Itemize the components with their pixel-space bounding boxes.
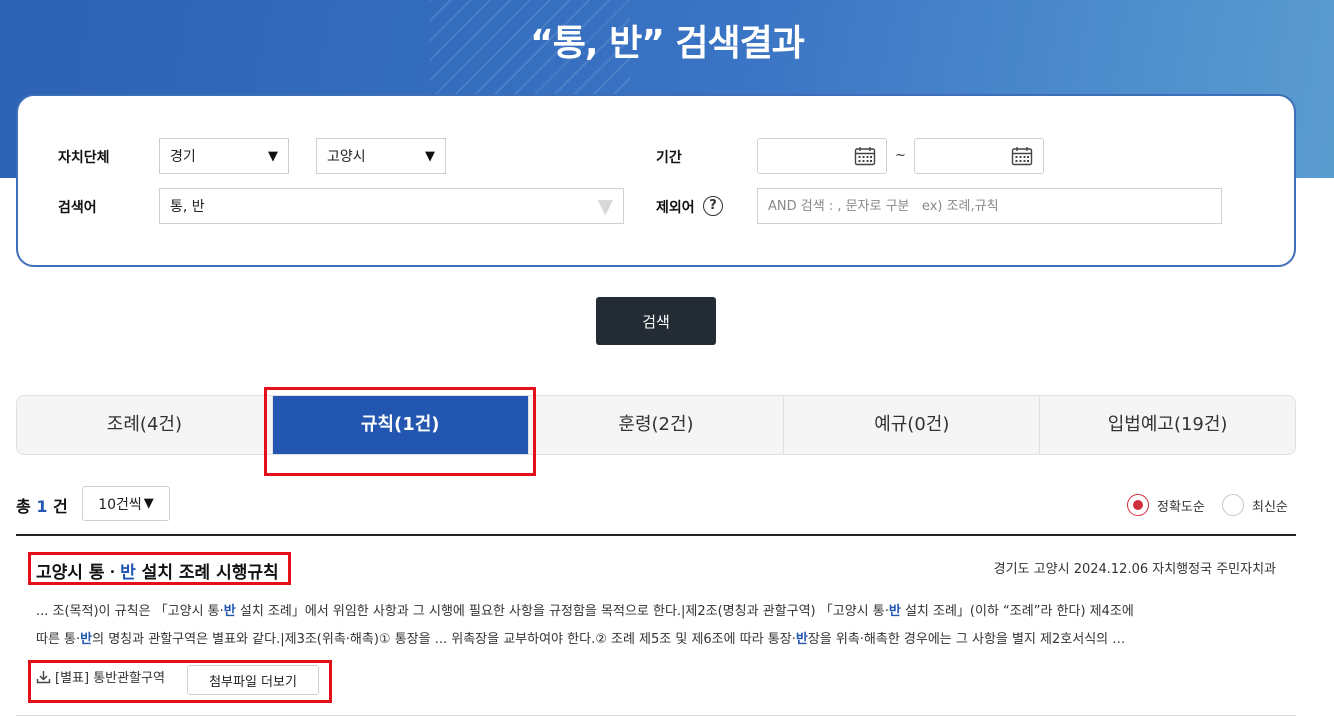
total-prefix: 총 (16, 497, 31, 516)
date-from-input[interactable] (757, 138, 887, 174)
city-value: 고양시 (327, 149, 366, 165)
tab-legislative-notice[interactable]: 입법예고(19건) (1040, 396, 1295, 454)
attachment-label: [별표] 통반관할구역 (55, 671, 165, 686)
total-number: 1 (36, 497, 48, 516)
snippet-text: 의 명칭과 관할구역은 별표와 같다.|제3조(위촉·해촉)① 통장을 ... … (92, 632, 796, 647)
exclude-label: 제외어 (656, 200, 695, 216)
dropdown-arrow-icon: ▼ (143, 496, 154, 511)
snippet-line: ... 조(목적)이 규칙은 「고양시 통·반 설치 조례」에서 위임한 사항과… (36, 598, 1276, 626)
per-page-select[interactable]: 10건씩 ▼ (82, 486, 170, 521)
date-separator: ~ (895, 148, 906, 163)
keyword-input[interactable]: 통, 반 ▼ (159, 188, 624, 224)
result-snippet: ... 조(목적)이 규칙은 「고양시 통·반 설치 조례」에서 위임한 사항과… (36, 598, 1276, 654)
dropdown-arrow-icon: ▼ (268, 148, 278, 164)
calendar-icon[interactable] (854, 146, 876, 166)
city-select[interactable]: 고양시 ▼ (316, 138, 446, 174)
attachment-link[interactable]: [별표] 통반관할구역 (36, 667, 165, 686)
snippet-text: 설치 조례」(이하 “조례”라 한다) 제4조에 (900, 604, 1134, 619)
sort-accuracy-label: 정확도순 (1157, 499, 1205, 515)
snippet-text: 설치 조례」에서 위임한 사항과 그 시행에 필요한 사항을 규정함을 목적으로… (235, 604, 889, 619)
result-meta: 경기도 고양시 2024.12.06 자치행정국 주민자치과 (993, 562, 1276, 577)
title-text: 설치 조례 시행규칙 (135, 563, 279, 583)
total-suffix: 건 (53, 497, 68, 516)
exclude-input[interactable] (757, 188, 1222, 224)
tab-regulation[interactable]: 예규(0건) (784, 396, 1041, 454)
radio-selected-icon[interactable] (1127, 494, 1149, 516)
tab-ordinance[interactable]: 조례(4건) (17, 396, 273, 454)
title-highlight: 반 (120, 563, 136, 583)
sort-accuracy[interactable]: 정확도순 (1127, 494, 1205, 516)
results-divider (16, 534, 1296, 536)
page-title: “통, 반” 검색결과 (530, 23, 805, 64)
calendar-icon[interactable] (1011, 146, 1033, 166)
region-label: 자치단체 (58, 150, 110, 166)
search-button[interactable]: 검색 (596, 297, 716, 345)
keyword-value: 통, 반 (170, 199, 205, 215)
category-tabs: 조례(4건) 규칙(1건) 훈령(2건) 예규(0건) 입법예고(19건) (16, 395, 1296, 455)
snippet-text: 따른 통· (36, 632, 81, 647)
province-select[interactable]: 경기 ▼ (159, 138, 289, 174)
title-text: 고양시 통ㆍ (36, 563, 121, 583)
snippet-highlight: 반 (888, 604, 901, 619)
snippet-highlight: 반 (80, 632, 93, 647)
dropdown-arrow-icon: ▼ (425, 148, 435, 164)
snippet-text: 장을 위촉·해촉한 경우에는 그 사항을 별지 제2호서식의 … (807, 632, 1126, 647)
radio-unselected-icon[interactable] (1222, 494, 1244, 516)
snippet-highlight: 반 (223, 604, 236, 619)
sort-latest[interactable]: 최신순 (1222, 494, 1288, 516)
province-value: 경기 (170, 149, 196, 165)
date-to-input[interactable] (914, 138, 1044, 174)
snippet-highlight: 반 (795, 632, 808, 647)
tab-directive[interactable]: 훈령(2건) (529, 396, 785, 454)
more-attachments-button[interactable]: 첨부파일 더보기 (187, 665, 319, 695)
per-page-value: 10건씩 (98, 496, 142, 513)
search-panel: 자치단체 경기 ▼ 고양시 ▼ 기간 ~ 검색어 통, 반 ▼ 제외어 ? (16, 94, 1296, 267)
result-bottom-border (16, 715, 1296, 716)
dropdown-arrow-icon: ▼ (597, 194, 613, 218)
sort-latest-label: 최신순 (1252, 499, 1288, 515)
keyword-label: 검색어 (58, 200, 97, 216)
total-count: 총 1 건 (16, 493, 68, 517)
help-icon[interactable]: ? (703, 196, 723, 216)
tab-rule[interactable]: 규칙(1건) (272, 396, 529, 454)
result-title[interactable]: 고양시 통ㆍ반 설치 조례 시행규칙 (36, 558, 279, 583)
period-label: 기간 (656, 150, 682, 166)
snippet-line: 따른 통·반의 명칭과 관할구역은 별표와 같다.|제3조(위촉·해촉)① 통장… (36, 626, 1276, 654)
snippet-text: ... 조(목적)이 규칙은 「고양시 통· (36, 604, 224, 619)
download-icon (36, 670, 51, 683)
